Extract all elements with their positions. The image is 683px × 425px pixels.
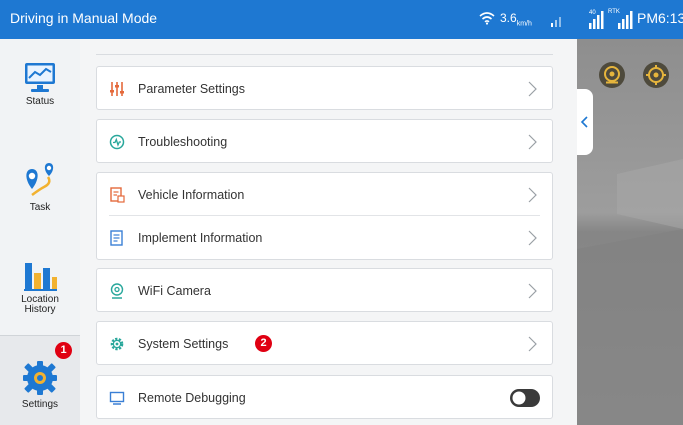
menu-item-label: Vehicle Information (138, 188, 245, 202)
notification-badge: 1 (55, 342, 72, 359)
bar-chart-icon (24, 263, 57, 291)
menu-item-parameter-settings[interactable]: Parameter Settings (97, 67, 552, 111)
card-information: Vehicle Information Implement Informatio… (96, 172, 553, 260)
vehicle-info-icon (110, 187, 125, 203)
menu-item-wifi-camera[interactable]: WiFi Camera (97, 269, 552, 313)
wifi-icon (479, 12, 495, 25)
card-remote-debugging: Remote Debugging (96, 375, 553, 419)
step-badge: 2 (255, 335, 272, 352)
page-title: Driving in Manual Mode (10, 10, 158, 26)
menu-item-troubleshooting[interactable]: Troubleshooting (97, 120, 552, 164)
sidebar-item-status[interactable]: Status (0, 61, 80, 121)
rtk-label: RTK (608, 9, 620, 15)
sidebar-item-settings[interactable]: Settings 1 (0, 335, 80, 425)
sidebar-item-location-history[interactable]: Location History (0, 257, 80, 327)
menu-item-label: Remote Debugging (138, 391, 246, 405)
implement-info-icon (110, 230, 123, 246)
gear-icon (110, 337, 124, 351)
sidebar-item-label: Status (25, 96, 55, 107)
troubleshoot-icon (109, 134, 125, 150)
chevron-right-icon (528, 283, 537, 299)
sidebar-item-label: Task (29, 202, 51, 213)
sliders-icon (110, 82, 124, 96)
chevron-right-icon (528, 187, 537, 203)
menu-item-remote-debugging: Remote Debugging (97, 376, 552, 420)
sidebar-item-task[interactable]: Task (0, 161, 80, 221)
card-troubleshooting: Troubleshooting (96, 119, 553, 163)
app-root: Driving in Manual Mode 3.6km/h 40 RTK PM… (0, 0, 683, 425)
target-button-icon[interactable] (598, 61, 626, 89)
menu-item-implement-information[interactable]: Implement Information (97, 216, 552, 260)
signal-icon (551, 17, 561, 27)
chevron-right-icon (528, 230, 537, 246)
laptop-icon (109, 391, 125, 405)
remote-debugging-toggle[interactable] (510, 389, 540, 407)
camera-icon (110, 283, 124, 299)
chevron-right-icon (528, 134, 537, 150)
chevron-right-icon (528, 81, 537, 97)
card-wifi-camera: WiFi Camera (96, 268, 553, 312)
sidebar: Status Task Location History Settings 1 (0, 39, 80, 425)
menu-item-label: Troubleshooting (138, 135, 228, 149)
route-pin-icon (26, 163, 54, 197)
status-bar: Driving in Manual Mode 3.6km/h 40 RTK PM… (0, 0, 683, 39)
chevron-right-icon (528, 336, 537, 352)
collapse-panel-button[interactable] (577, 89, 593, 155)
monitor-chart-icon (25, 63, 55, 92)
locate-button-icon[interactable] (642, 61, 670, 89)
chevron-left-icon (580, 116, 588, 128)
menu-item-label: Implement Information (138, 231, 263, 245)
card-top-edge (96, 54, 553, 55)
menu-item-label: WiFi Camera (138, 284, 211, 298)
menu-item-label: Parameter Settings (138, 82, 245, 96)
card-parameter-settings: Parameter Settings (96, 66, 553, 110)
card-system-settings: System Settings 2 (96, 321, 553, 365)
sidebar-item-label: Location History (21, 294, 59, 315)
satellite-count: 40 (589, 10, 596, 16)
clock: PM6:13 (637, 10, 683, 26)
settings-list: Parameter Settings Troubleshooting Vehic… (80, 39, 577, 425)
menu-item-label: System Settings (138, 337, 229, 351)
sidebar-item-label: Settings (21, 399, 59, 410)
speed-readout: 3.6km/h (500, 11, 532, 28)
gear-icon (23, 361, 57, 395)
menu-item-vehicle-information[interactable]: Vehicle Information (97, 173, 552, 217)
menu-item-system-settings[interactable]: System Settings 2 (97, 322, 552, 366)
